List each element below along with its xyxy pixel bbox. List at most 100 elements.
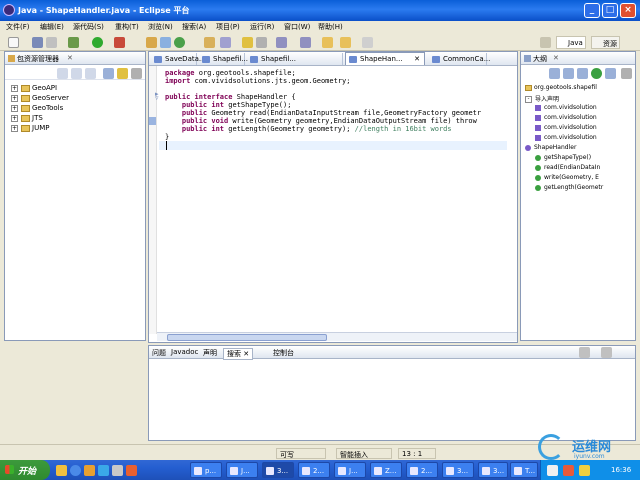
new-java-project-icon[interactable] [146,37,157,48]
tab-savedata[interactable]: SaveData... [151,53,206,65]
menu-file[interactable]: 文件(F) [6,22,30,32]
taskbar-item[interactable]: 3... [478,462,508,478]
quicklaunch-icon[interactable] [126,465,137,476]
view-menu-icon[interactable] [601,347,612,358]
new-class-icon[interactable] [174,37,185,48]
tab-javadoc[interactable]: Javadoc [171,348,198,356]
collapse-all-icon[interactable] [103,68,114,79]
quicklaunch-icon[interactable] [84,465,95,476]
debug-icon[interactable] [68,37,79,48]
toggle-block-icon[interactable] [256,37,267,48]
tab-commoncache[interactable]: CommonCa... [429,53,490,65]
start-button[interactable]: 开始 [0,460,50,480]
quicklaunch-icon[interactable] [56,465,67,476]
outline-import[interactable]: com.vividsolution [535,114,635,124]
back-icon[interactable] [322,37,333,48]
outline-method[interactable]: getLength(Geometr [535,184,635,194]
tab-shapefile-1[interactable]: Shapefil... [199,53,248,65]
close-icon[interactable]: ✕ [553,54,559,62]
taskbar-item[interactable]: 3... [442,462,474,478]
menu-run[interactable]: 运行(R) [250,22,274,32]
tab-shapehandler[interactable]: ShapeHan... ✕ [345,52,425,65]
outline-method[interactable]: read(EndianDataIn [535,164,635,174]
view-menu-icon[interactable] [131,68,142,79]
menu-navigate[interactable]: 浏览(N) [148,22,173,32]
code-line-2[interactable]: import com.vividsolutions.jts.geom.Geome… [165,77,350,86]
print-icon[interactable] [46,37,57,48]
taskbar-item[interactable]: J... [334,462,366,478]
save-icon[interactable] [32,37,43,48]
mark-occurrences-icon[interactable] [242,37,253,48]
hide-fields-icon[interactable] [563,68,574,79]
back-icon[interactable] [57,68,68,79]
tree-item-geoserver[interactable]: + GeoServer [11,94,69,104]
quicklaunch-icon[interactable] [98,465,109,476]
prev-annotation-icon[interactable] [300,37,311,48]
tray-icon[interactable] [563,465,574,476]
forward-icon[interactable] [71,68,82,79]
taskbar-item[interactable]: Z... [370,462,402,478]
tab-console[interactable]: 控制台 [273,348,294,358]
sort-icon[interactable] [549,68,560,79]
outline-package[interactable]: org.geotools.shapefil [525,84,635,94]
run-icon[interactable] [92,37,103,48]
code-line-8[interactable]: public int getLength(Geometry geometry);… [165,125,452,134]
quicklaunch-icon[interactable] [112,465,123,476]
menu-window[interactable]: 窗口(W) [284,22,310,32]
taskbar-item[interactable]: 2... [406,462,438,478]
hide-nonpublic-icon[interactable] [591,68,602,79]
outline-import[interactable]: com.vividsolution [535,134,635,144]
fold-icon[interactable]: ▿ [155,94,159,102]
outline-import[interactable]: com.vividsolution [535,124,635,134]
tab-shapefile-2[interactable]: Shapefil... [247,53,343,65]
menu-source[interactable]: 源代码(S) [73,22,104,32]
open-perspective-icon[interactable] [540,37,551,48]
editor-horizontal-scrollbar[interactable] [157,332,517,341]
outline-import[interactable]: com.vividsolution [535,104,635,114]
menu-help[interactable]: 帮助(H) [318,22,343,32]
maximize-button[interactable]: □ [602,3,618,18]
up-icon[interactable] [85,68,96,79]
clock[interactable]: 16:36 [611,466,631,474]
tree-item-jump[interactable]: + JUMP [11,124,49,134]
search-icon[interactable] [220,37,231,48]
quicklaunch-icon[interactable] [70,465,81,476]
taskbar-item-active[interactable]: 3... [262,462,294,478]
taskbar-item[interactable]: 2... [298,462,330,478]
new-icon[interactable] [8,37,19,48]
menu-refactor[interactable]: 重构(T) [115,22,139,32]
outline-method[interactable]: getShapeType() [535,154,635,164]
tree-item-geoapi[interactable]: + GeoAPI [11,84,57,94]
hide-static-icon[interactable] [577,68,588,79]
tab-declaration[interactable]: 声明 [203,348,217,358]
taskbar-item[interactable]: J... [226,462,258,478]
external-tools-icon[interactable] [114,37,125,48]
view-menu-icon[interactable] [621,68,632,79]
tray-icon[interactable] [579,465,590,476]
next-annotation-icon[interactable] [276,37,287,48]
taskbar-item[interactable]: p... [190,462,222,478]
close-button[interactable]: × [620,3,636,18]
menu-search[interactable]: 搜索(A) [182,22,206,32]
new-package-icon[interactable] [160,37,171,48]
menu-project[interactable]: 项目(P) [216,22,240,32]
tree-item-jts[interactable]: + JTS [11,114,43,124]
outline-imports[interactable]: - 导入声明 [525,94,635,104]
forward-icon[interactable] [340,37,351,48]
hide-local-types-icon[interactable] [605,68,616,79]
tree-item-geotools[interactable]: + GeoTools [11,104,63,114]
perspective-resource[interactable]: 资源 [591,36,620,49]
override-marker-icon[interactable] [149,117,156,125]
link-editor-icon[interactable] [117,68,128,79]
editor-ruler[interactable] [149,66,157,334]
search-history-icon[interactable] [579,347,590,358]
close-icon[interactable]: ✕ [414,55,420,63]
outline-interface[interactable]: ShapeHandler [525,144,635,154]
menu-edit[interactable]: 编辑(E) [40,22,64,32]
taskbar-item[interactable]: T... [510,462,538,478]
minimize-button[interactable]: _ [584,3,600,18]
scrollbar-thumb[interactable] [167,334,327,341]
tray-icon[interactable] [547,465,558,476]
outline-method[interactable]: write(Geometry, E [535,174,635,184]
tab-problems[interactable]: 问题 [152,348,166,358]
